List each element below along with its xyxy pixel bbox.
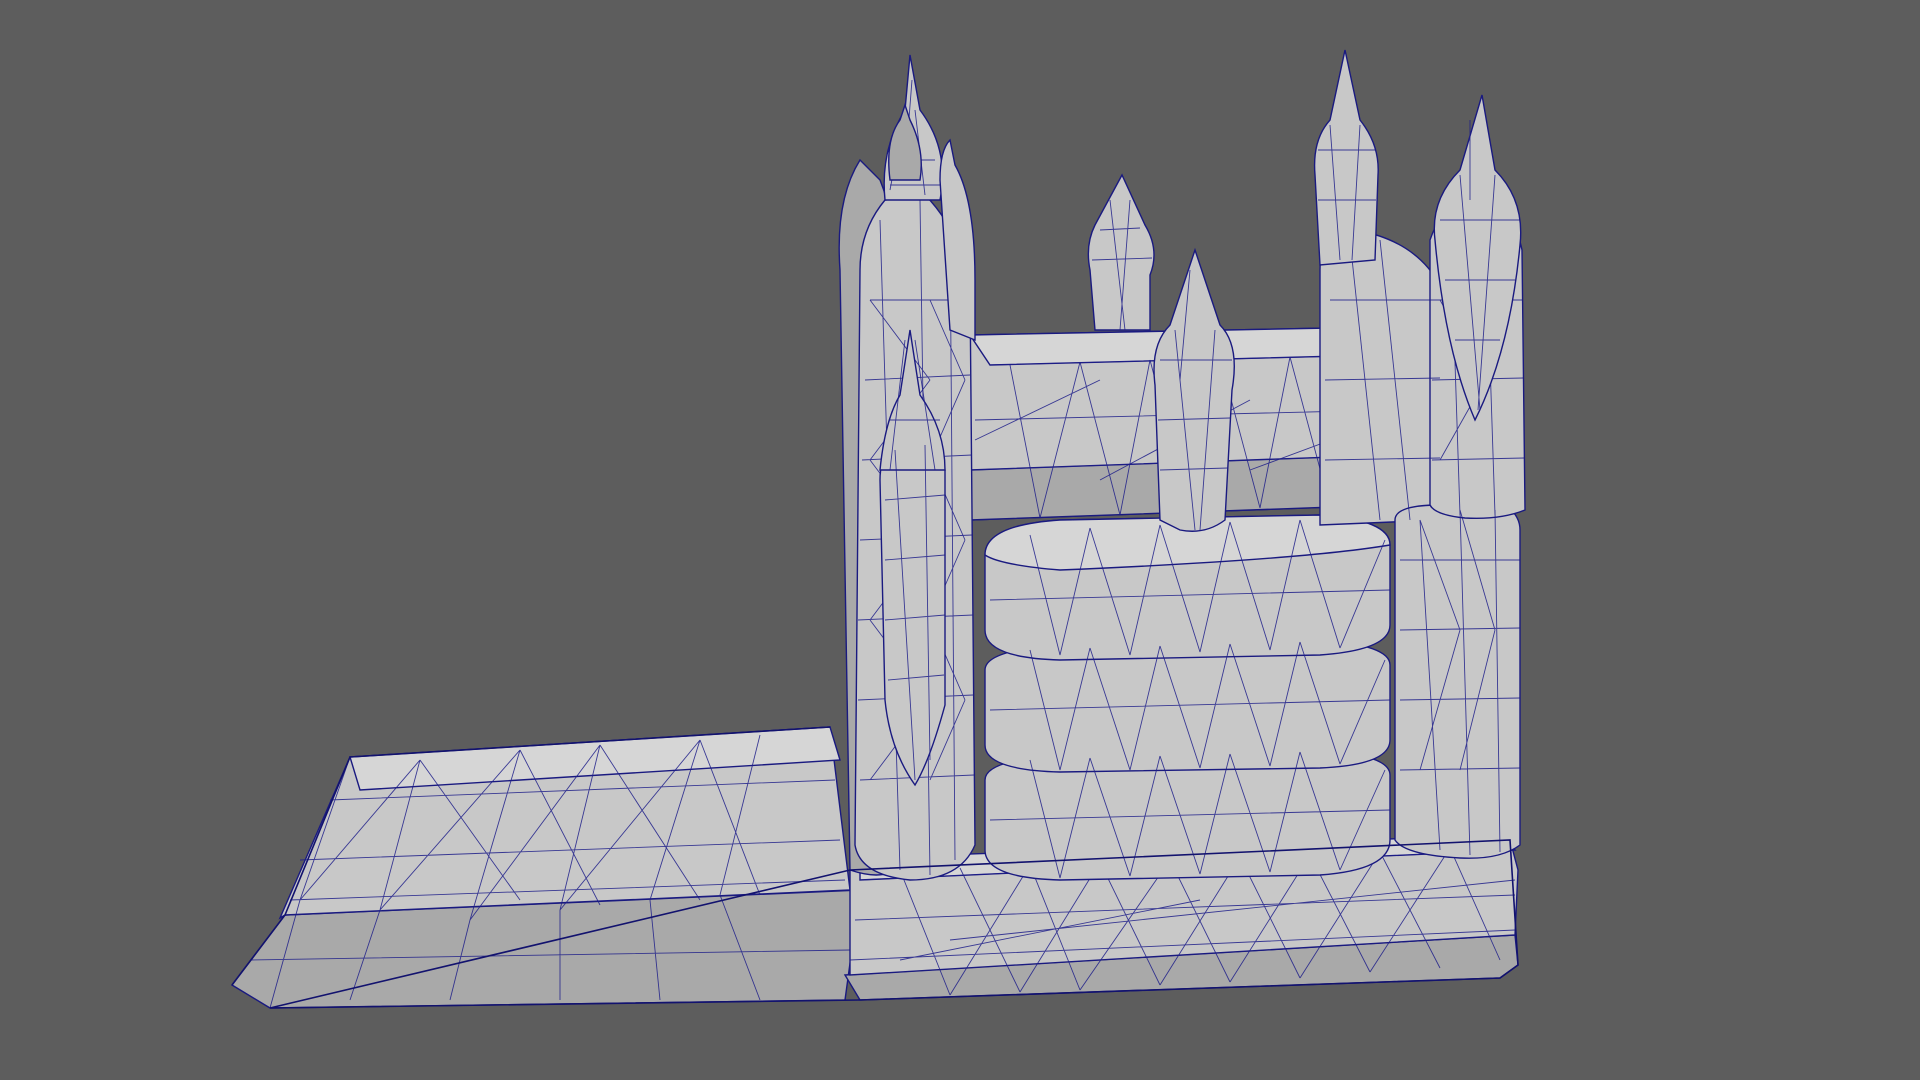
central-drum[interactable] — [984, 514, 1391, 881]
3d-viewport[interactable] — [0, 0, 1920, 1080]
left-plinth[interactable] — [230, 726, 861, 1009]
castle-mesh[interactable] — [0, 0, 1920, 1080]
left-tower-cluster[interactable] — [838, 54, 976, 881]
